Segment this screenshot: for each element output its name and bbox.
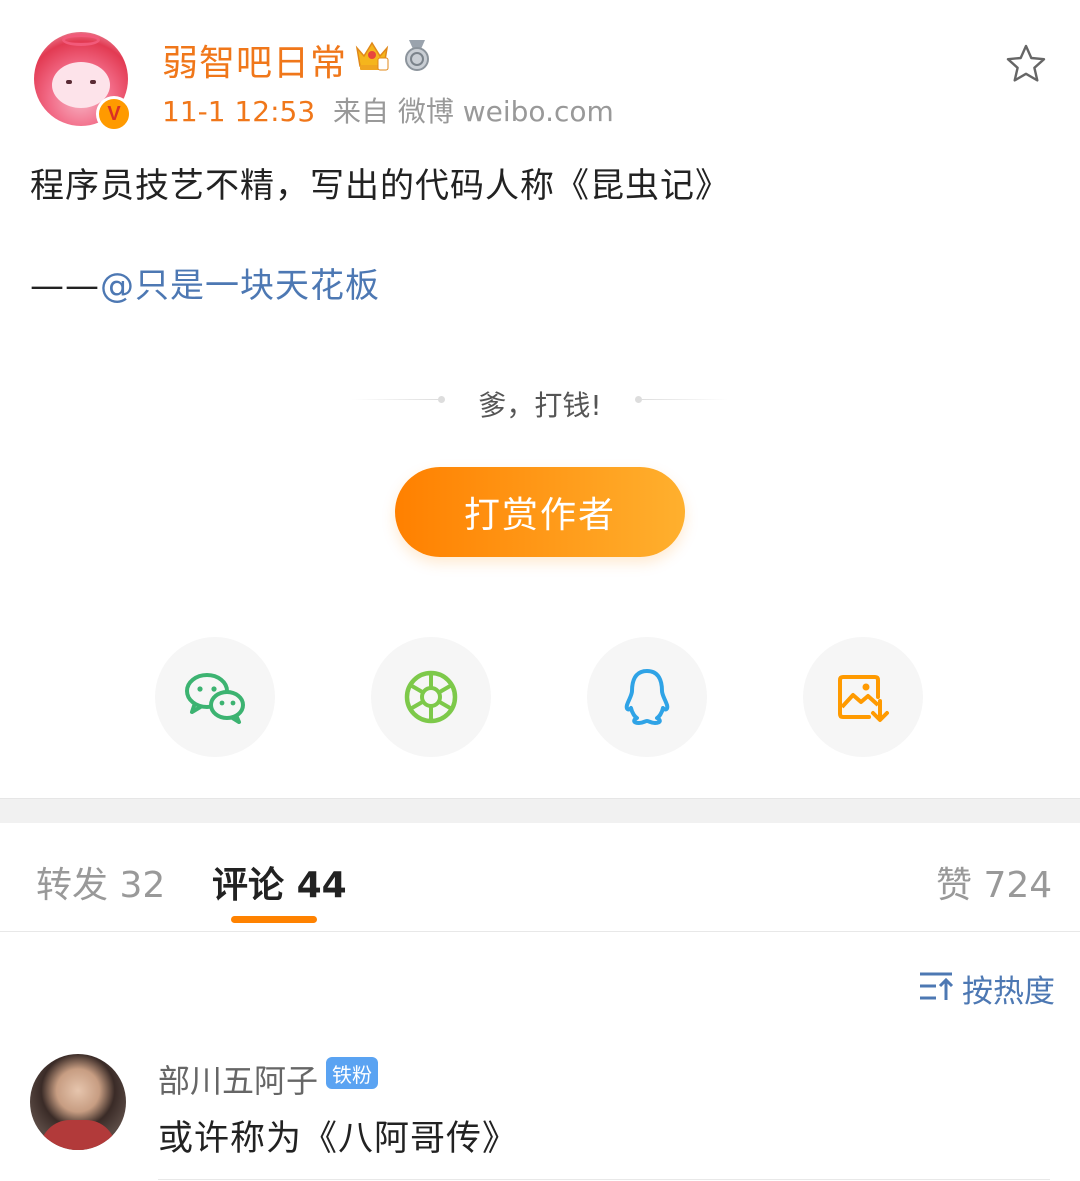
reward-divider-left — [352, 399, 440, 400]
sort-icon[interactable] — [918, 970, 956, 1002]
comment-divider — [158, 1179, 1050, 1180]
tab-repost-count: 32 — [119, 865, 166, 906]
post-time: 11-1 12:53 — [162, 95, 316, 128]
commenter-name[interactable]: 部川五阿子 — [158, 1056, 318, 1102]
save-image-button[interactable] — [803, 637, 923, 757]
mention-link[interactable]: @只是一块天花板 — [100, 266, 380, 306]
moments-icon — [404, 670, 458, 724]
reward-author-button[interactable]: 打赏作者 — [395, 467, 685, 557]
tab-active-indicator — [231, 916, 317, 923]
tab-repost-label: 转发 — [36, 865, 109, 906]
author-name[interactable]: 弱智吧日常 — [162, 34, 347, 86]
commenter-avatar[interactable] — [30, 1054, 126, 1150]
post-source: 来自 微博 weibo.com — [332, 95, 614, 128]
credit-prefix: —— — [30, 266, 100, 306]
tab-likes-count: 724 — [983, 865, 1053, 906]
medal-icon — [405, 40, 429, 71]
tab-repost[interactable]: 转发 32 — [36, 856, 165, 908]
share-qq-button[interactable] — [587, 637, 707, 757]
qq-icon — [624, 669, 670, 725]
verified-badge-icon: V — [96, 96, 132, 132]
section-divider — [0, 798, 1080, 823]
reward-divider-right — [640, 399, 728, 400]
tab-comments[interactable]: 评论 44 — [212, 856, 347, 908]
tab-likes-label: 赞 — [936, 865, 973, 906]
tab-comments-label: 评论 — [212, 865, 285, 906]
share-moments-button[interactable] — [371, 637, 491, 757]
post-meta: 11-1 12:53 来自 微博 weibo.com — [162, 90, 614, 130]
wechat-icon — [185, 673, 245, 724]
post-text: 程序员技艺不精，写出的代码人称《昆虫记》 — [30, 166, 730, 206]
iron-fan-badge: 铁粉 — [326, 1057, 378, 1089]
sort-by-hot[interactable]: 按热度 — [962, 966, 1055, 1011]
reward-slogan: 爹，打钱! — [478, 389, 602, 422]
favorite-star-icon[interactable] — [1004, 42, 1048, 86]
tab-likes[interactable]: 赞 724 — [936, 856, 1052, 908]
save-image-icon — [838, 675, 889, 722]
tab-bar-border — [0, 931, 1080, 932]
tab-comments-count: 44 — [296, 865, 347, 906]
share-wechat-button[interactable] — [155, 637, 275, 757]
crown-icon — [355, 41, 389, 71]
comment-text: 或许称为《八阿哥传》 — [158, 1119, 519, 1159]
post-credit: ——@只是一块天花板 — [30, 258, 380, 307]
